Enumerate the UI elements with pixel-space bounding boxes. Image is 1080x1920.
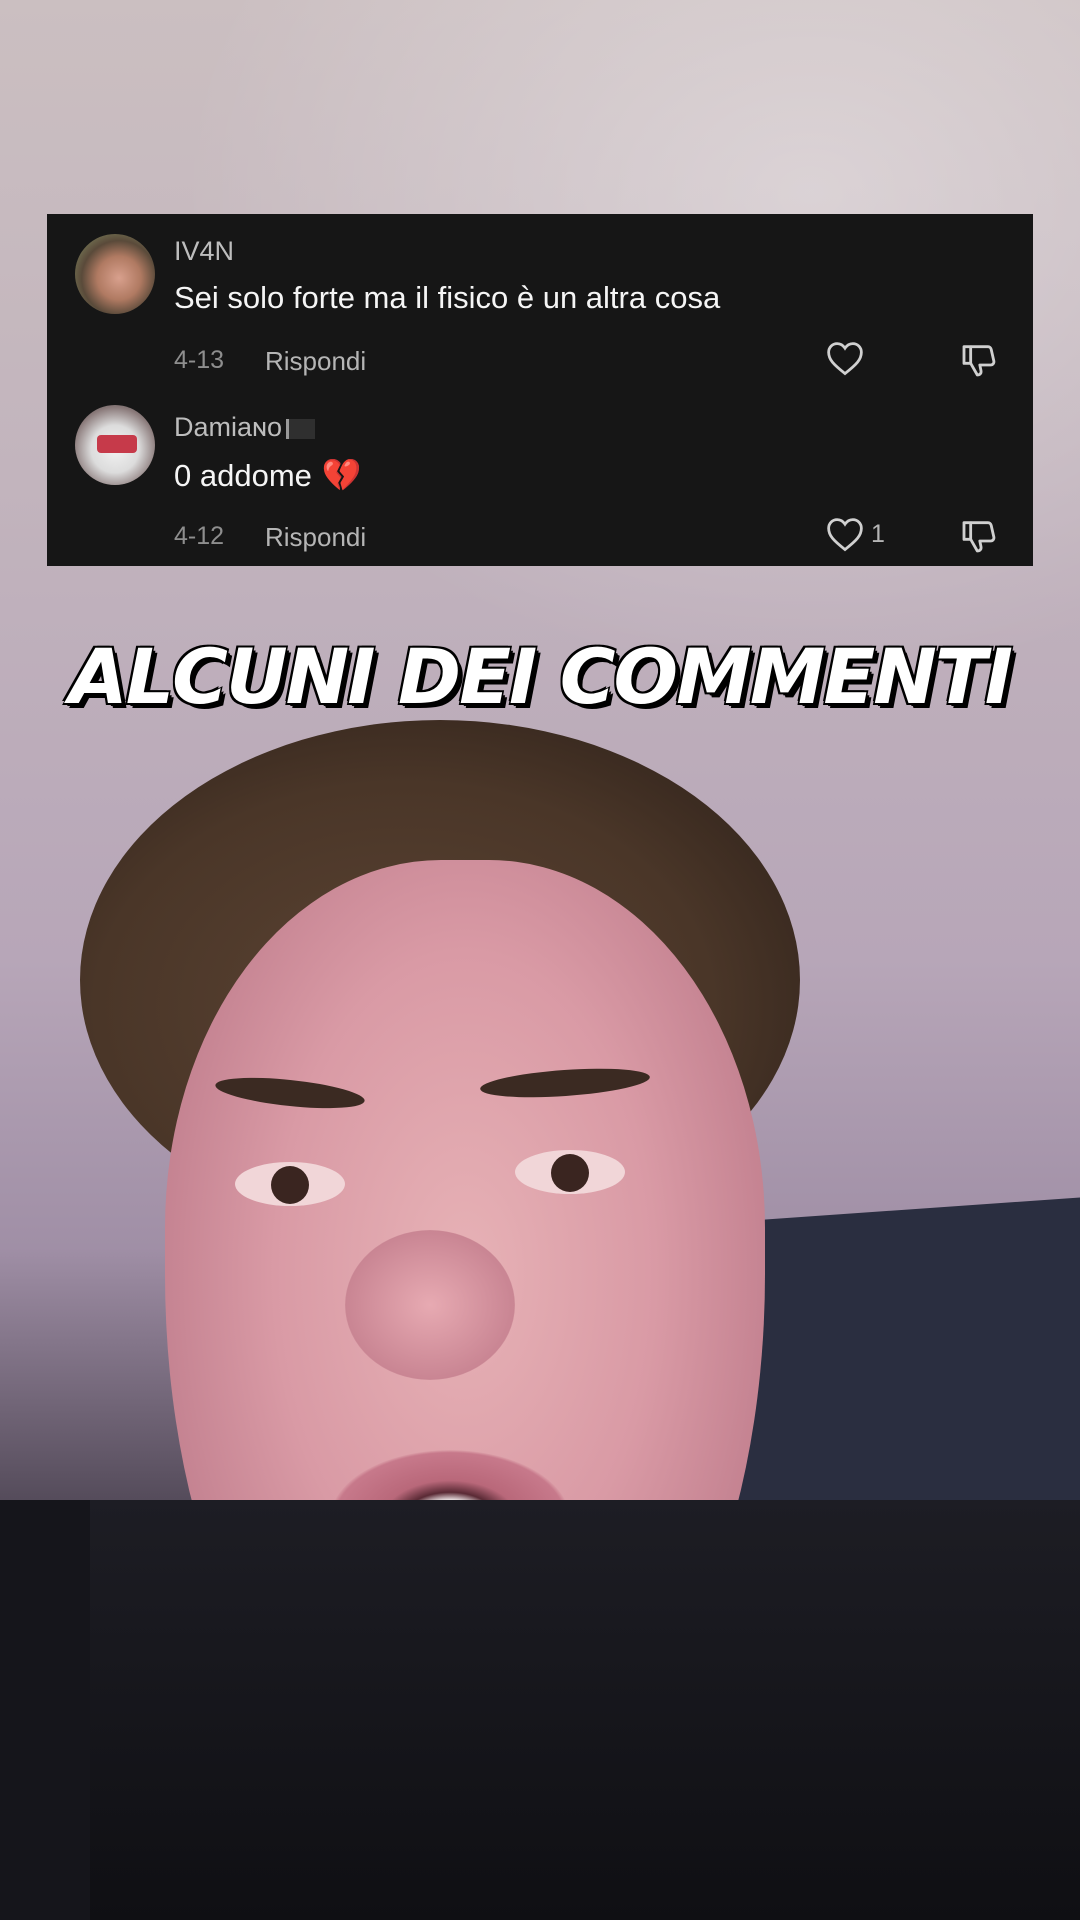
left-eye <box>235 1162 345 1206</box>
comment-username[interactable]: IV4N <box>174 236 234 267</box>
like-count: 1 <box>871 519 885 548</box>
person-nose <box>345 1230 515 1380</box>
comment-text-body: 0 addome <box>174 458 312 493</box>
dislike-button[interactable] <box>959 516 999 561</box>
avatar[interactable] <box>75 405 155 485</box>
like-button[interactable] <box>825 340 871 376</box>
comment-text: 0 addome 💔 <box>174 456 362 494</box>
right-eye <box>515 1150 625 1194</box>
comment-date: 4-12 <box>174 522 225 550</box>
comment-text: Sei solo forte ma il fisico è un altra c… <box>174 280 721 315</box>
black-flag-emoji <box>285 418 315 439</box>
heart-outline-icon <box>827 342 863 376</box>
comment-username-text: Damiaɴo <box>174 412 282 442</box>
background-dark-corner <box>0 1500 90 1920</box>
dislike-icon <box>962 521 996 553</box>
reply-button[interactable]: Rispondi <box>265 346 366 377</box>
reply-button[interactable]: Rispondi <box>265 522 366 553</box>
broken-heart-emoji: 💔 <box>321 457 362 493</box>
avatar[interactable] <box>75 234 155 314</box>
comments-card: IV4N Sei solo forte ma il fisico è un al… <box>47 214 1033 566</box>
comment-username[interactable]: Damiaɴo <box>174 412 315 443</box>
comment-item: Damiaɴo 0 addome 💔 4-12 Rispondi 1 <box>47 390 1033 566</box>
comment-date: 4-13 <box>174 346 225 374</box>
dislike-button[interactable] <box>959 340 999 385</box>
person-shirt <box>0 1500 1080 1920</box>
heart-outline-icon <box>827 518 863 552</box>
dislike-icon <box>962 345 996 377</box>
avatar-jersey-detail <box>97 435 137 453</box>
like-button[interactable]: 1 <box>825 516 885 552</box>
comment-item: IV4N Sei solo forte ma il fisico è un al… <box>47 214 1033 390</box>
video-caption-headline: ALCUNI DEI COMMENTI <box>68 632 1013 721</box>
